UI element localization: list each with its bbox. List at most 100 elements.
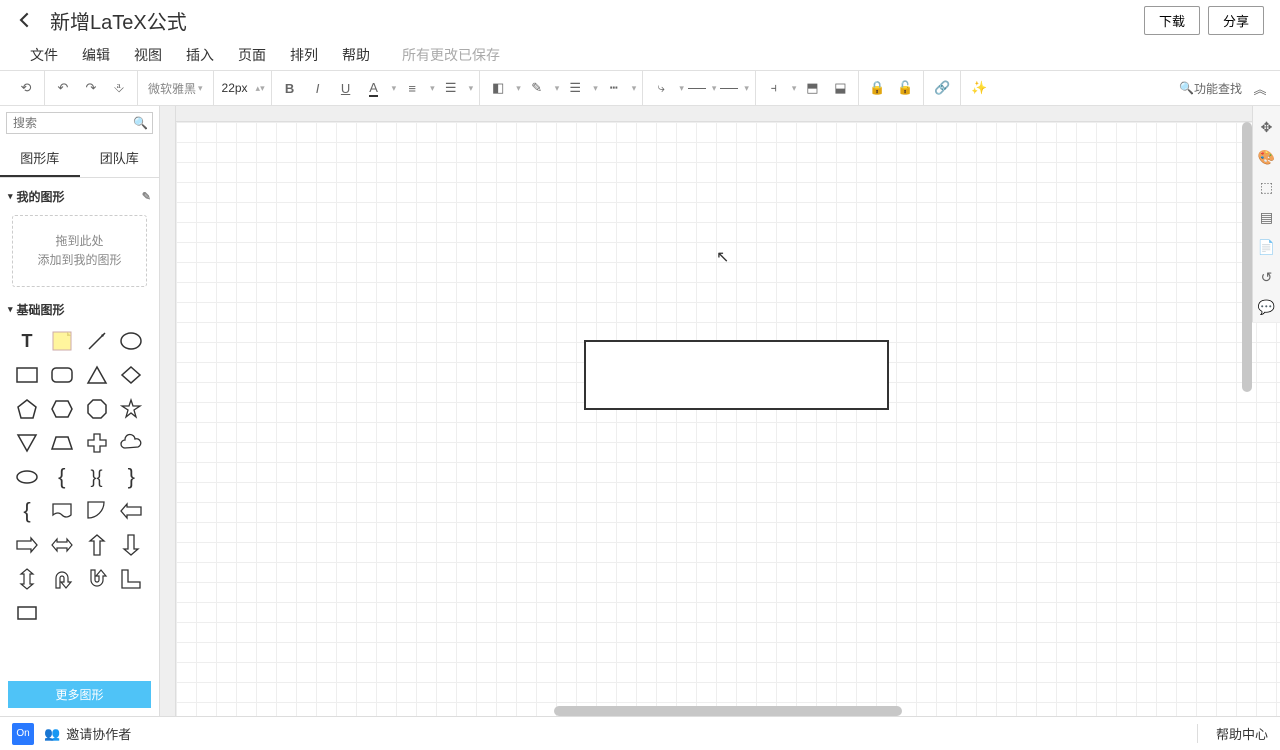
chevron-down-icon[interactable]: ▾ [555,83,560,94]
vertical-scrollbar[interactable] [1242,122,1252,392]
tab-team-library[interactable]: 团队库 [80,140,160,177]
line-style-icon[interactable]: ┅ [602,76,626,100]
format-painter-icon[interactable]: ⎀ [107,76,131,100]
shape-small-rect[interactable] [12,598,42,628]
history-icon[interactable]: ↺ [1253,262,1280,292]
shape-bracket-pair[interactable]: }{ [82,462,112,492]
menu-arrange[interactable]: 排列 [290,45,318,65]
redo-icon[interactable]: ↷ [79,76,103,100]
shape-hexagon[interactable] [47,394,77,424]
document-title[interactable]: 新增LaTeX公式 [50,6,1144,35]
shape-star[interactable] [116,394,146,424]
shape-uturn-down[interactable] [82,564,112,594]
shape-diamond[interactable] [116,360,146,390]
menu-page[interactable]: 页面 [238,45,266,65]
back-button[interactable] [16,10,36,30]
shape-arrow-updown[interactable] [12,564,42,594]
menu-insert[interactable]: 插入 [186,45,214,65]
shape-brace-right[interactable]: } [116,462,146,492]
menu-view[interactable]: 视图 [134,45,162,65]
menu-file[interactable]: 文件 [30,45,58,65]
shape-triangle[interactable] [82,360,112,390]
chevron-down-icon[interactable]: ▾ [516,83,521,94]
layers-icon[interactable]: ▤ [1253,202,1280,232]
section-basic-shapes[interactable]: ▾ 基础图形 [8,297,151,322]
chevron-down-icon[interactable]: ▾ [392,83,397,94]
send-back-icon[interactable]: ⬓ [828,76,852,100]
chevron-down-icon[interactable]: ▾ [792,83,797,94]
shape-arrow-left[interactable] [116,496,146,526]
shape-arrow-right[interactable] [12,530,42,560]
share-button[interactable]: 分享 [1208,6,1264,35]
drop-zone[interactable]: 拖到此处 添加到我的图形 [12,215,147,287]
bring-front-icon[interactable]: ⬒ [800,76,824,100]
tab-shape-library[interactable]: 图形库 [0,140,80,177]
invite-collaborators-button[interactable]: 👥 邀请协作者 [44,724,131,743]
comments-icon[interactable]: 💬 [1253,292,1280,322]
shape-octagon[interactable] [82,394,112,424]
shape-cross[interactable] [82,428,112,458]
horizontal-scrollbar[interactable] [554,706,902,716]
download-button[interactable]: 下载 [1144,6,1200,35]
shape-cloud[interactable] [116,428,146,458]
connector-icon[interactable]: ⤷ [649,76,673,100]
shape-note[interactable] [47,326,77,356]
chevron-down-icon[interactable]: ▾ [712,83,717,94]
chevron-down-icon[interactable]: ▾ [469,83,474,94]
bold-icon[interactable]: B [278,76,302,100]
shape-quarter-circle[interactable] [82,496,112,526]
align-icon[interactable]: ≡ [400,76,424,100]
link-icon[interactable]: 🔗 [930,76,954,100]
font-color-icon[interactable]: A [362,76,386,100]
section-my-shapes[interactable]: ▾ 我的图形 ✎ [8,184,151,209]
menu-help[interactable]: 帮助 [342,45,370,65]
shape-ellipse-small[interactable] [12,462,42,492]
canvas[interactable]: ↖ [176,122,1280,716]
italic-icon[interactable]: I [306,76,330,100]
canvas-shape-rectangle[interactable] [584,340,889,410]
line-end-icon[interactable] [720,88,738,89]
shape-document[interactable] [47,496,77,526]
underline-icon[interactable]: U [334,76,358,100]
chevron-down-icon[interactable]: ▾ [430,83,435,94]
chevron-down-icon[interactable]: ▾ [744,83,749,94]
shape-search-input[interactable] [6,112,153,134]
shape-arrow-bidir[interactable] [47,530,77,560]
shape-arrow-down[interactable] [116,530,146,560]
font-family-select[interactable]: 微软雅黑 ▾ [144,80,207,97]
edit-icon[interactable]: ✎ [142,190,151,203]
unlock-icon[interactable]: 🔓 [893,76,917,100]
border-color-icon[interactable]: ✎ [525,76,549,100]
align-objects-icon[interactable]: ⫞ [762,76,786,100]
shape-arrow-up[interactable] [82,530,112,560]
shape-triangle-down[interactable] [12,428,42,458]
dimensions-icon[interactable]: ⬚ [1253,172,1280,202]
menu-edit[interactable]: 编辑 [82,45,110,65]
pages-icon[interactable]: 📄 [1253,232,1280,262]
undo-icon[interactable]: ↶ [51,76,75,100]
collapse-toolbar-icon[interactable]: ︽ [1248,76,1272,100]
magic-wand-icon[interactable]: ✨ [967,76,991,100]
restore-icon[interactable]: ⟲ [14,76,38,100]
shape-corner[interactable] [116,564,146,594]
font-size-input[interactable]: 22px [220,81,250,95]
line-width-icon[interactable]: ☰ [563,76,587,100]
theme-icon[interactable]: 🎨 [1253,142,1280,172]
chevron-down-icon[interactable]: ▾ [632,83,637,94]
line-start-icon[interactable] [688,88,706,89]
list-icon[interactable]: ☰ [439,76,463,100]
shape-line[interactable] [82,326,112,356]
font-size-stepper-icon[interactable]: ▴▾ [256,83,265,94]
chevron-down-icon[interactable]: ▾ [593,83,598,94]
lock-icon[interactable]: 🔒 [865,76,889,100]
fill-color-icon[interactable]: ◧ [486,76,510,100]
help-center-link[interactable]: 帮助中心 [1197,724,1268,743]
shape-trapezoid[interactable] [47,428,77,458]
shape-text[interactable]: T [12,326,42,356]
more-shapes-button[interactable]: 更多图形 [8,681,151,708]
shape-brace-left[interactable]: { [47,462,77,492]
shape-single-bracket[interactable]: { [12,496,42,526]
shape-uturn-up[interactable] [47,564,77,594]
shape-circle[interactable] [116,326,146,356]
search-icon[interactable]: 🔍 [133,116,148,130]
